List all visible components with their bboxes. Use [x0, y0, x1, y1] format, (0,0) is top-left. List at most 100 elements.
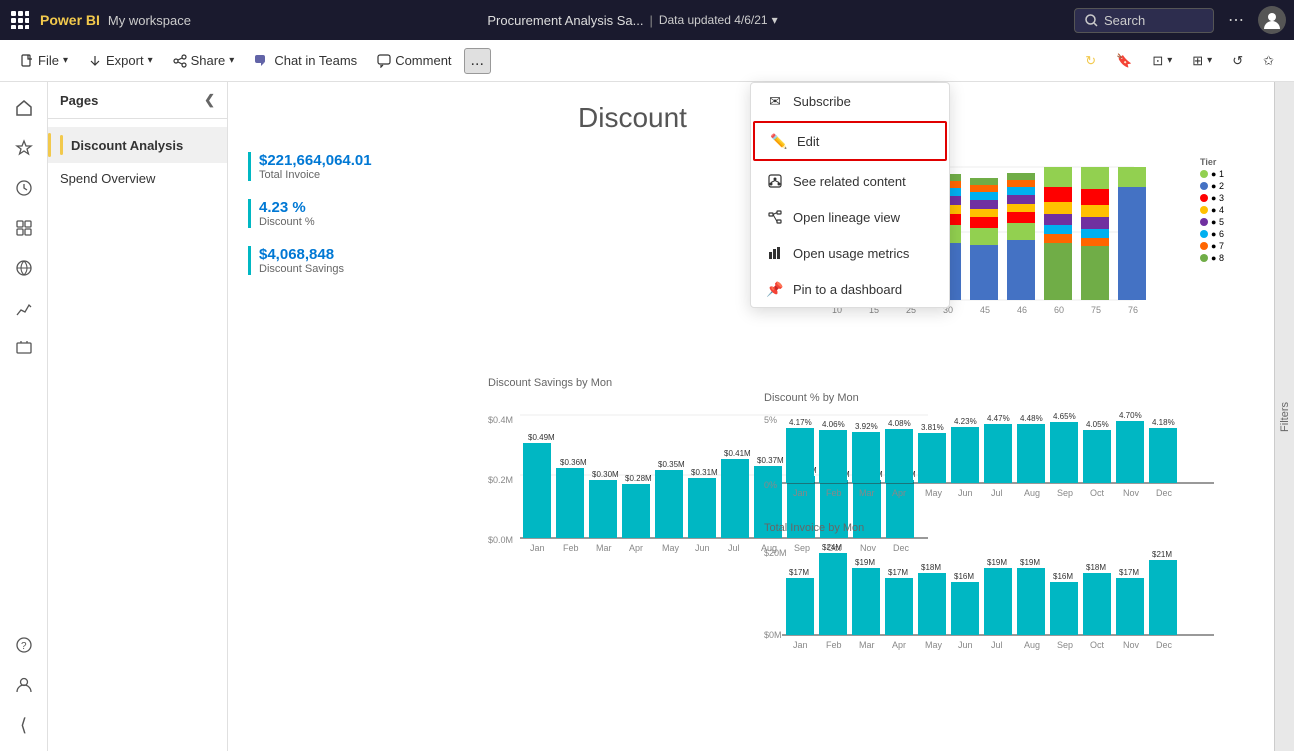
user-avatar[interactable]	[1258, 6, 1286, 34]
sidebar-favorite-icon[interactable]	[6, 130, 42, 166]
sidebar-metrics-icon[interactable]	[6, 290, 42, 326]
svg-text:4.18%: 4.18%	[1152, 418, 1175, 427]
svg-text:$0M: $0M	[764, 630, 782, 640]
svg-text:$20M: $20M	[764, 548, 787, 558]
svg-text:0%: 0%	[764, 480, 777, 490]
kpi-total-invoice: $221,664,064.01 Total Invoice	[248, 152, 372, 181]
svg-text:76: 76	[1128, 305, 1138, 315]
sidebar-workspaces-icon[interactable]	[6, 250, 42, 286]
export-button[interactable]: Export ▾	[80, 49, 161, 72]
kpi-discount-pct: 4.23 % Discount %	[248, 199, 372, 228]
svg-text:$18M: $18M	[1086, 563, 1106, 572]
comment-button[interactable]: Comment	[369, 49, 459, 72]
svg-text:4.06%: 4.06%	[822, 420, 845, 429]
svg-text:4.05%: 4.05%	[1086, 420, 1109, 429]
bookmark-button[interactable]: 🔖	[1108, 49, 1140, 73]
view-button[interactable]: ⊡▾	[1144, 49, 1180, 73]
menu-item-usage[interactable]: Open usage metrics	[751, 235, 949, 271]
svg-text:$17M: $17M	[1119, 568, 1139, 577]
collapse-sidebar-icon[interactable]: ⟨	[6, 707, 42, 743]
menu-item-see-related[interactable]: See related content	[751, 163, 949, 199]
sidebar-apps-icon[interactable]	[6, 210, 42, 246]
svg-text:45: 45	[980, 305, 990, 315]
data-updated[interactable]: Data updated 4/6/21 ▾	[659, 13, 778, 27]
svg-text:Mar: Mar	[859, 640, 875, 650]
svg-text:4.70%: 4.70%	[1119, 411, 1142, 420]
svg-text:4.47%: 4.47%	[987, 414, 1010, 423]
pages-list: Discount Analysis Spend Overview	[48, 119, 227, 202]
fullscreen-button[interactable]: ✩	[1255, 49, 1282, 73]
legend-tier-8: ● 8	[1200, 253, 1224, 263]
menu-item-edit[interactable]: ✏️ Edit	[753, 121, 947, 161]
svg-text:$0.30M: $0.30M	[592, 470, 619, 479]
collapse-pages-icon[interactable]: ❮	[204, 92, 215, 108]
svg-text:$19M: $19M	[987, 558, 1007, 567]
menu-item-lineage[interactable]: Open lineage view	[751, 199, 949, 235]
svg-text:Sep: Sep	[1057, 640, 1073, 650]
page-item-discount[interactable]: Discount Analysis	[48, 127, 227, 163]
svg-text:5%: 5%	[764, 415, 777, 425]
main-layout: ? ⟨ Pages ❮ Discount Analysis Spend Over…	[0, 82, 1294, 751]
svg-text:75: 75	[1091, 305, 1101, 315]
svg-text:Oct: Oct	[1090, 488, 1105, 498]
reset-button[interactable]: ↺	[1224, 49, 1251, 73]
brand-logo: Power BI	[40, 12, 100, 28]
svg-text:$0.0M: $0.0M	[488, 535, 513, 545]
svg-text:Sep: Sep	[1057, 488, 1073, 498]
usage-icon	[767, 245, 783, 261]
more-menu-button[interactable]: ...	[464, 48, 491, 74]
chat-teams-button[interactable]: Chat in Teams	[246, 49, 365, 72]
filters-panel[interactable]: Filters	[1274, 82, 1294, 751]
action-right: ↻ 🔖 ⊡▾ ⊞▾ ↺ ✩	[1077, 49, 1282, 73]
svg-text:Feb: Feb	[563, 543, 579, 553]
svg-text:Aug: Aug	[1024, 488, 1040, 498]
svg-text:Apr: Apr	[629, 543, 643, 553]
more-options-icon[interactable]: ⋯	[1222, 6, 1250, 34]
svg-text:4.08%: 4.08%	[888, 419, 911, 428]
sidebar-learn-icon[interactable]: ?	[6, 627, 42, 663]
svg-text:$24M: $24M	[822, 543, 842, 552]
svg-text:$0.28M: $0.28M	[625, 474, 652, 483]
sidebar-browse-icon[interactable]	[6, 330, 42, 366]
svg-text:$0.41M: $0.41M	[724, 449, 751, 458]
file-button[interactable]: File ▾	[12, 49, 76, 72]
sidebar-home-icon[interactable]	[6, 90, 42, 126]
svg-text:May: May	[662, 543, 680, 553]
svg-text:May: May	[925, 488, 943, 498]
menu-item-pin[interactable]: 📌 Pin to a dashboard	[751, 271, 949, 307]
svg-text:4.48%: 4.48%	[1020, 414, 1043, 423]
svg-text:Jan: Jan	[793, 488, 808, 498]
svg-text:Mar: Mar	[859, 488, 875, 498]
svg-text:?: ?	[21, 641, 27, 652]
svg-text:$16M: $16M	[954, 572, 974, 581]
legend-tier-5: ● 5	[1200, 217, 1224, 227]
svg-text:Feb: Feb	[826, 640, 842, 650]
pct-chart-svg: 5% 0% 4.17% Jan 4.06% Feb 3.92% Mar 4.08…	[764, 408, 1224, 528]
fit-button[interactable]: ⊞▾	[1184, 49, 1220, 73]
workspace-link[interactable]: My workspace	[108, 13, 191, 28]
pct-chart-container: Discount % by Mon 5% 0% 4.17% Jan 4.06% …	[764, 392, 1224, 532]
sidebar-user-icon[interactable]	[6, 667, 42, 703]
edit-icon: ✏️	[771, 133, 787, 149]
svg-text:Dec: Dec	[1156, 488, 1173, 498]
pages-header: Pages ❮	[48, 82, 227, 119]
svg-text:Nov: Nov	[1123, 488, 1140, 498]
legend-tier-7: ● 7	[1200, 241, 1224, 251]
report-title-topbar: Procurement Analysis Sa...	[487, 13, 643, 28]
svg-text:$18M: $18M	[921, 563, 941, 572]
share-button[interactable]: Share ▾	[165, 49, 243, 72]
waffle-icon[interactable]	[8, 8, 32, 32]
legend-tier-2: ● 2	[1200, 181, 1224, 191]
svg-text:Jan: Jan	[793, 640, 808, 650]
sidebar-recent-icon[interactable]	[6, 170, 42, 206]
search-box[interactable]: Search	[1074, 8, 1214, 33]
legend-tier-6: ● 6	[1200, 229, 1224, 239]
page-item-spend[interactable]: Spend Overview	[48, 163, 227, 194]
svg-text:3.92%: 3.92%	[855, 422, 878, 431]
svg-text:Nov: Nov	[1123, 640, 1140, 650]
menu-item-subscribe[interactable]: ✉ Subscribe	[751, 83, 949, 119]
svg-text:Jan: Jan	[530, 543, 545, 553]
svg-text:46: 46	[1017, 305, 1027, 315]
svg-text:3.81%: 3.81%	[921, 423, 944, 432]
refresh-button[interactable]: ↻	[1077, 49, 1104, 73]
